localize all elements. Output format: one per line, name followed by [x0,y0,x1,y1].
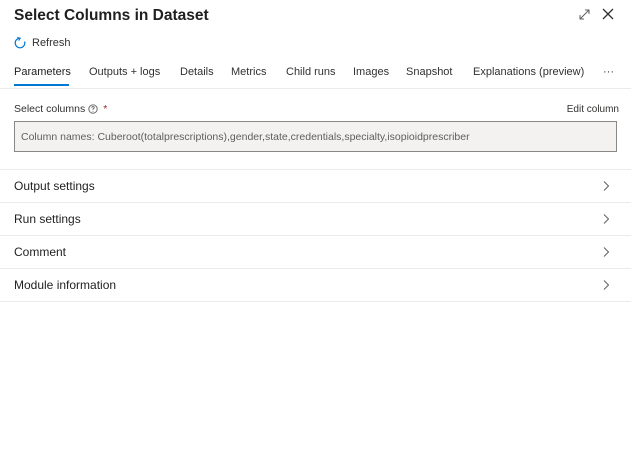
info-icon[interactable] [88,104,98,114]
edit-column-link[interactable]: Edit column [567,104,619,115]
collapsible-sections: Output settings Run settings Comment Mod… [0,169,631,302]
run-details-panel: Select Columns in Dataset Refresh Parame… [0,0,631,452]
tab-bar: Parameters Outputs + logs Details Metric… [0,62,631,89]
tab-metrics[interactable]: Metrics [231,66,266,78]
selected-columns-box: Column names: Cuberoot(totalprescription… [14,121,617,152]
close-icon [602,8,614,20]
tab-parameters[interactable]: Parameters [14,66,71,78]
refresh-label: Refresh [32,37,71,49]
panel-title: Select Columns in Dataset [14,7,209,24]
chevron-right-icon [603,247,610,257]
refresh-button[interactable]: Refresh [14,37,71,49]
section-comment[interactable]: Comment [0,235,631,268]
section-label: Output settings [14,179,95,193]
tab-child-runs[interactable]: Child runs [286,66,336,78]
required-indicator: * [103,103,108,115]
tab-details[interactable]: Details [180,66,214,78]
refresh-icon [14,37,26,49]
active-tab-indicator [14,84,69,86]
close-button[interactable] [601,6,615,22]
chevron-right-icon [603,181,610,191]
section-label: Module information [14,278,117,292]
section-label: Run settings [14,212,81,226]
chevron-right-icon [603,280,610,290]
window-controls [577,6,615,22]
tab-explanations-preview[interactable]: Explanations (preview) [473,66,584,78]
tab-outputs-logs[interactable]: Outputs + logs [89,66,160,78]
section-output-settings[interactable]: Output settings [0,169,631,202]
section-run-settings[interactable]: Run settings [0,202,631,235]
tab-images[interactable]: Images [353,66,389,78]
expand-button[interactable] [577,6,591,22]
section-label: Comment [14,245,67,259]
chevron-right-icon [603,214,610,224]
tab-snapshot[interactable]: Snapshot [406,66,452,78]
more-tabs-button[interactable]: ··· [603,66,614,78]
section-module-information[interactable]: Module information [0,268,631,302]
select-columns-label: Select columns [14,103,86,115]
select-columns-field-label: Select columns * [14,103,107,115]
expand-icon [579,9,589,19]
